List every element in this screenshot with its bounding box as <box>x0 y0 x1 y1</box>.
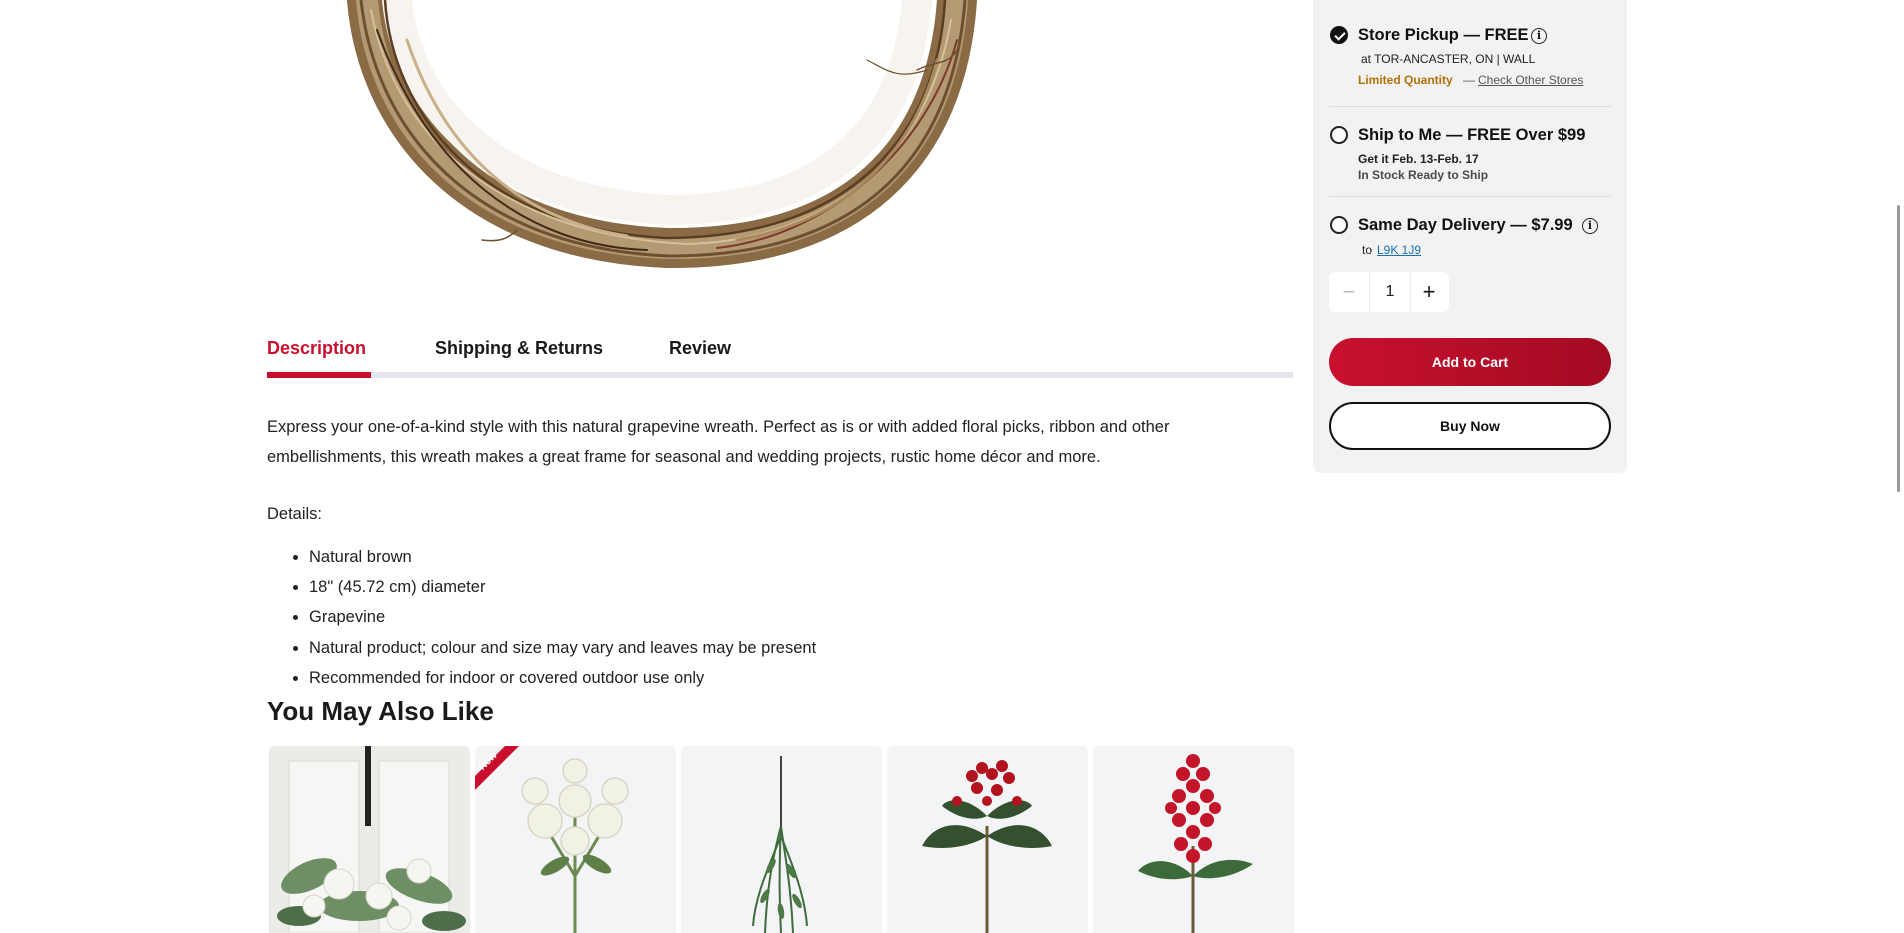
tab-shipping-returns[interactable]: Shipping & Returns <box>435 338 603 359</box>
stock-status: Limited Quantity <box>1358 73 1453 87</box>
details-label: Details: <box>267 505 323 523</box>
details-item: Recommended for indoor or covered outdoo… <box>309 663 816 693</box>
product-image-hanging-greenery <box>681 746 882 933</box>
quantity-value[interactable]: 1 <box>1369 272 1411 312</box>
product-tabs: Description Shipping & Returns Review <box>267 338 1293 380</box>
product-card[interactable] <box>681 746 882 933</box>
divider <box>1329 106 1611 107</box>
store-pickup-title: Store Pickup — FREE <box>1358 26 1529 44</box>
divider <box>1329 196 1611 197</box>
decrease-quantity-button[interactable]: − <box>1329 272 1369 312</box>
product-card[interactable]: New <box>475 746 676 933</box>
ship-to-me-title: Ship to Me — FREE Over $99 <box>1358 126 1586 144</box>
info-icon[interactable]: i <box>1582 218 1598 234</box>
product-image-floral-wreath <box>269 746 470 933</box>
product-image-wreath <box>347 0 977 269</box>
same-day-delivery-radio[interactable] <box>1330 216 1348 234</box>
tab-active-indicator <box>267 372 371 378</box>
product-card[interactable] <box>1093 746 1294 933</box>
details-item: 18" (45.72 cm) diameter <box>309 572 816 602</box>
details-item: Grapevine <box>309 602 816 632</box>
tab-description[interactable]: Description <box>267 338 366 359</box>
check-other-stores-link[interactable]: Check Other Stores <box>1478 73 1583 87</box>
info-icon[interactable]: i <box>1531 28 1547 44</box>
product-card[interactable] <box>887 746 1088 933</box>
delivery-to-label: to <box>1362 243 1373 257</box>
pickup-location: at TOR-ANCASTER, ON | WALL <box>1361 52 1536 66</box>
same-day-delivery-title: Same Day Delivery — $7.99 <box>1358 216 1573 234</box>
details-item: Natural brown <box>309 542 816 572</box>
details-item: Natural product; colour and size may var… <box>309 633 816 663</box>
you-may-also-like-heading: You May Also Like <box>267 696 494 726</box>
tab-track <box>267 372 1293 378</box>
details-list: Natural brown 18" (45.72 cm) diameter Gr… <box>267 542 816 693</box>
quantity-stepper: − 1 + <box>1329 272 1449 312</box>
store-pickup-radio[interactable] <box>1330 26 1348 44</box>
tab-review[interactable]: Review <box>669 338 731 359</box>
ship-status: In Stock Ready to Ship <box>1358 168 1489 182</box>
add-to-cart-button[interactable]: Add to Cart <box>1329 338 1611 386</box>
stock-separator: — <box>1463 73 1475 87</box>
description-text: Express your one-of-a-kind style with th… <box>267 418 1170 466</box>
page-scrollbar[interactable] <box>1897 205 1900 492</box>
product-image-holly-berries <box>887 746 1088 933</box>
increase-quantity-button[interactable]: + <box>1409 272 1449 312</box>
buy-now-button[interactable]: Buy Now <box>1329 402 1611 450</box>
product-card[interactable] <box>269 746 470 933</box>
postal-code-link[interactable]: L9K 1J9 <box>1377 243 1421 257</box>
ship-to-me-radio[interactable] <box>1330 126 1348 144</box>
ship-eta: Get it Feb. 13-Feb. 17 <box>1358 152 1479 166</box>
product-image-red-berry-pick <box>1093 746 1294 933</box>
fulfillment-panel: Store Pickup — FREE i at TOR-ANCASTER, O… <box>1313 0 1627 473</box>
